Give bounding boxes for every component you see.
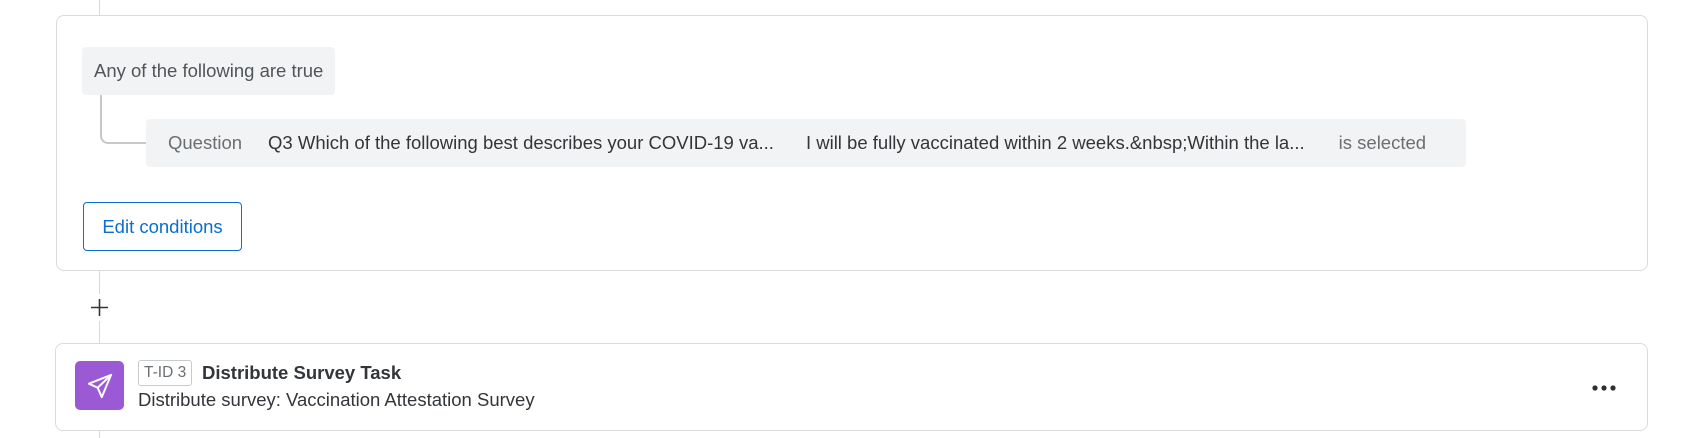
flow-connector-line [99,0,100,15]
condition-question: Q3 Which of the following best describes… [268,132,774,153]
task-subtitle: Distribute survey: Vaccination Attestati… [138,389,535,410]
condition-group-label-text: Any of the following are true [94,60,324,81]
workflow-canvas: Any of the following are true Question Q… [0,0,1700,438]
flow-connector-line [99,431,100,438]
task-id-badge: T-ID 3 [138,360,193,386]
condition-row[interactable]: Question Q3 Which of the following best … [146,119,1466,167]
condition-operator: is selected [1338,132,1427,153]
condition-answer: I will be fully vaccinated within 2 week… [805,132,1305,153]
condition-card: Any of the following are true Question Q… [56,15,1648,271]
task-type-icon-tile [75,361,124,410]
task-more-options-button[interactable] [1584,372,1624,404]
plus-icon [91,299,108,316]
condition-group-label[interactable]: Any of the following are true [82,47,336,95]
edit-conditions-button[interactable]: Edit conditions [83,202,242,251]
more-horizontal-icon [1592,385,1616,391]
condition-tree-connector [100,95,146,144]
add-step-button[interactable] [86,294,113,321]
condition-type: Question [168,132,243,153]
task-id-text: T-ID 3 [144,364,187,381]
paper-plane-icon [87,373,112,398]
task-card[interactable]: T-ID 3 Distribute Survey Task Distribute… [55,343,1648,431]
task-title: Distribute Survey Task [202,362,402,383]
